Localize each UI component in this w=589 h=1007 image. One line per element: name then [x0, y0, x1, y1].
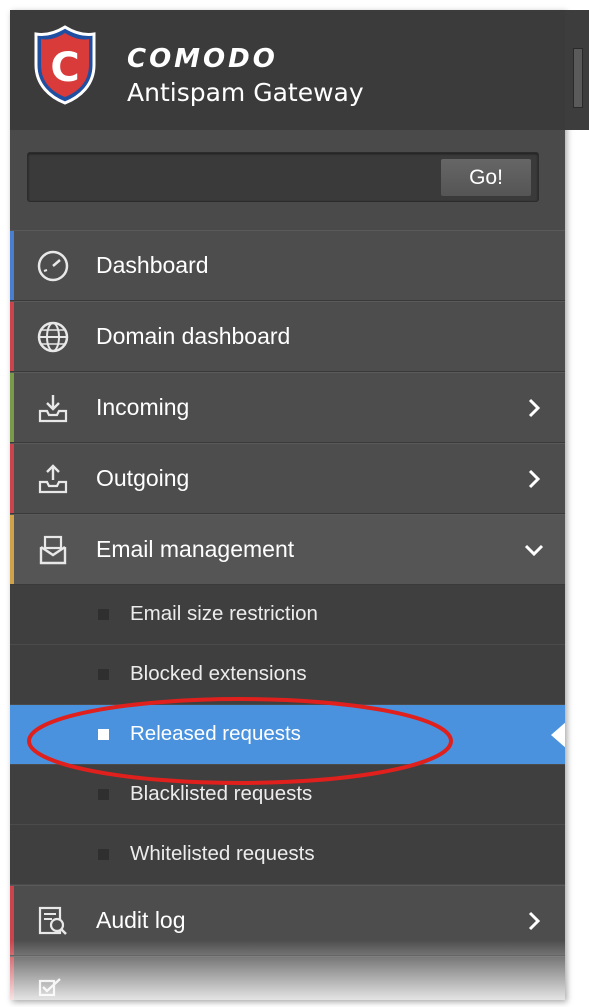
- sidebar-item-email-management[interactable]: Email management: [10, 514, 565, 585]
- sidebar-item-label: Incoming: [96, 394, 190, 420]
- product-name: Antispam Gateway: [127, 78, 364, 107]
- submenu-item-email-size-restriction[interactable]: Email size restriction: [10, 585, 565, 645]
- sidebar-item-dashboard[interactable]: Dashboard: [10, 230, 565, 301]
- submenu-item-label: Blacklisted requests: [130, 782, 313, 805]
- submenu-item-released-requests[interactable]: Released requests: [10, 705, 565, 765]
- bottom-fade: [10, 940, 565, 1000]
- search-box: Go!: [27, 152, 539, 203]
- chevron-down-icon: [524, 544, 544, 557]
- sidebar-item-outgoing[interactable]: Outgoing: [10, 443, 565, 514]
- submenu-item-blacklisted-requests[interactable]: Blacklisted requests: [10, 765, 565, 825]
- comodo-shield-logo: C: [34, 25, 96, 105]
- gauge-icon: [37, 250, 69, 282]
- submenu-item-label: Whitelisted requests: [130, 842, 315, 865]
- sidebar-item-label: Audit log: [96, 907, 186, 933]
- bullet-icon: [98, 849, 109, 860]
- bullet-icon: [98, 729, 109, 740]
- submenu-item-label: Email size restriction: [130, 602, 318, 625]
- sidebar-item-label: Email management: [96, 536, 295, 562]
- inbox-download-icon: [38, 395, 68, 423]
- chevron-right-icon: [528, 911, 541, 931]
- outbox-upload-icon: [38, 464, 68, 494]
- app-header: C COMODO Antispam Gateway: [10, 10, 565, 130]
- submenu-item-whitelisted-requests[interactable]: Whitelisted requests: [10, 825, 565, 885]
- sidebar-menu: Dashboard Domain dashboard Incoming Outg…: [10, 230, 565, 1000]
- chevron-right-icon: [528, 469, 541, 489]
- search-input[interactable]: [28, 153, 450, 203]
- chevron-right-icon: [528, 398, 541, 418]
- item-accent: [10, 515, 14, 584]
- sidebar-panel: C COMODO Antispam Gateway Go! Dashboard: [10, 10, 565, 1000]
- go-button[interactable]: Go!: [440, 158, 532, 197]
- svg-text:C: C: [50, 45, 79, 91]
- search-area: Go!: [10, 130, 565, 230]
- sidebar-item-label: Outgoing: [96, 465, 190, 491]
- bullet-icon: [98, 609, 109, 620]
- content-edge: [565, 10, 589, 130]
- bullet-icon: [98, 789, 109, 800]
- submenu-item-blocked-extensions[interactable]: Blocked extensions: [10, 645, 565, 705]
- submenu-item-label: Blocked extensions: [130, 662, 307, 685]
- sidebar-item-label: Dashboard: [96, 252, 209, 278]
- bullet-icon: [98, 669, 109, 680]
- envelope-icon: [39, 535, 67, 565]
- submenu-item-label: Released requests: [130, 722, 301, 745]
- sidebar-item-domain-dashboard[interactable]: Domain dashboard: [10, 301, 565, 372]
- sidebar-item-label: Domain dashboard: [96, 323, 291, 349]
- item-accent: [10, 373, 14, 442]
- audit-log-icon: [38, 906, 67, 935]
- item-accent: [10, 231, 14, 300]
- item-accent: [10, 302, 14, 371]
- active-pointer-icon: [551, 721, 565, 749]
- item-accent: [10, 444, 14, 513]
- globe-icon: [37, 321, 69, 353]
- sidebar-item-incoming[interactable]: Incoming: [10, 372, 565, 443]
- collapse-handle[interactable]: [573, 48, 583, 108]
- brand-name: COMODO: [127, 44, 278, 74]
